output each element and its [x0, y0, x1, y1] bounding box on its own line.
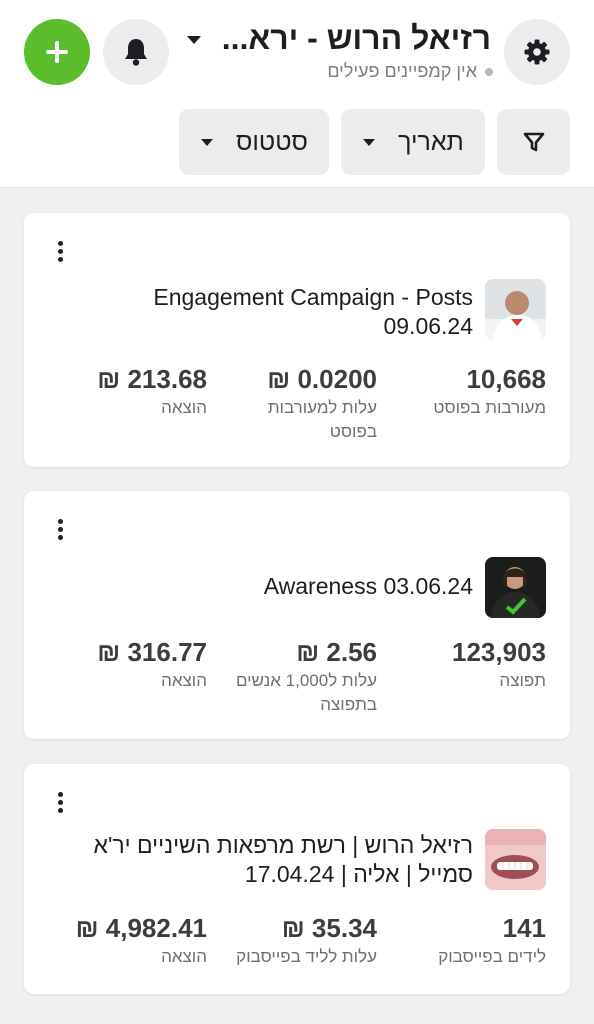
metric-cost: 2.56 ₪ עלות ל1,000 אנשים בתפוצה [219, 637, 377, 717]
bell-icon [125, 39, 147, 66]
add-button[interactable] [24, 19, 90, 85]
metric-value: 4,982.41 ₪ [75, 913, 207, 943]
metric-label: לידים בפייסבוק [438, 947, 546, 966]
metric-primary: 10,668 מעורבות בפוסט [396, 364, 546, 420]
campaign-card[interactable]: Awareness 03.06.24 123,903 תפוצה 2.56 ₪ … [24, 491, 570, 739]
metric-value: 316.77 ₪ [97, 637, 207, 667]
campaign-title: Engagement Campaign - Posts 09.06.24 [153, 284, 473, 339]
metric-label: הוצאה [161, 398, 207, 417]
metric-value: 10,668 [466, 364, 546, 394]
notifications-button[interactable] [103, 19, 169, 85]
plus-icon [46, 41, 68, 63]
metric-spend: 213.68 ₪ הוצאה [47, 364, 207, 420]
campaign-title: Awareness 03.06.24 [263, 573, 473, 599]
settings-button[interactable] [504, 19, 570, 85]
caret-down-icon [363, 138, 376, 146]
metric-label: תפוצה [499, 671, 546, 690]
caret-down-icon [201, 138, 214, 146]
account-status: אין קמפיינים פעילים [327, 61, 493, 82]
metric-cost: 35.34 ₪ עלות לליד בפייסבוק [219, 913, 377, 969]
campaign-thumbnail [485, 829, 546, 890]
metric-spend: 4,982.41 ₪ הוצאה [47, 913, 207, 969]
metric-primary: 123,903 תפוצה [396, 637, 546, 693]
date-filter-dropdown[interactable]: תאריך [341, 109, 485, 175]
account-name[interactable]: רזיאל הרוש - ירא... [222, 20, 491, 57]
metric-label: עלות לליד בפייסבוק [236, 947, 377, 966]
status-filter-label: סטטוס [236, 127, 308, 156]
metric-value: 0.0200 ₪ [267, 364, 377, 394]
account-status-text: אין קמפיינים פעילים [327, 61, 477, 81]
campaign-card[interactable]: רזיאל הרוש | רשת מרפאות השיניים יר'א סמי… [24, 764, 570, 994]
filter-button[interactable] [497, 109, 570, 175]
metric-label: מעורבות בפוסט [433, 398, 546, 417]
metric-primary: 141 לידים בפייסבוק [396, 913, 546, 969]
metric-value: 213.68 ₪ [97, 364, 207, 394]
metric-cost: 0.0200 ₪ עלות למעורבות בפוסט [227, 364, 377, 444]
metric-value: 141 [502, 913, 546, 943]
status-filter-dropdown[interactable]: סטטוס [179, 109, 329, 175]
date-filter-label: תאריך [398, 127, 464, 156]
card-menu-button[interactable] [58, 241, 63, 262]
status-dot [485, 67, 493, 76]
metric-label: הוצאה [161, 947, 207, 966]
metric-value: 2.56 ₪ [296, 637, 377, 667]
campaign-title: רזיאל הרוש | רשת מרפאות השיניים יר'א סמי… [93, 832, 473, 887]
metric-value: 35.34 ₪ [281, 913, 377, 943]
metric-spend: 316.77 ₪ הוצאה [47, 637, 207, 693]
metric-value: 123,903 [452, 637, 546, 667]
campaign-thumbnail [485, 557, 546, 618]
account-caret-down-icon[interactable] [186, 35, 202, 45]
campaign-thumbnail [485, 279, 546, 340]
campaign-card[interactable]: Engagement Campaign - Posts 09.06.24 10,… [24, 213, 570, 467]
card-menu-button[interactable] [58, 519, 63, 540]
top-bar: רזיאל הרוש - ירא... אין קמפיינים פעילים … [0, 0, 594, 188]
metric-label: עלות ל1,000 אנשים בתפוצה [235, 671, 377, 714]
gear-icon [524, 39, 550, 65]
metric-label: הוצאה [161, 671, 207, 690]
metric-label: עלות למעורבות בפוסט [267, 398, 377, 441]
funnel-icon [523, 132, 544, 152]
card-menu-button[interactable] [58, 792, 63, 813]
